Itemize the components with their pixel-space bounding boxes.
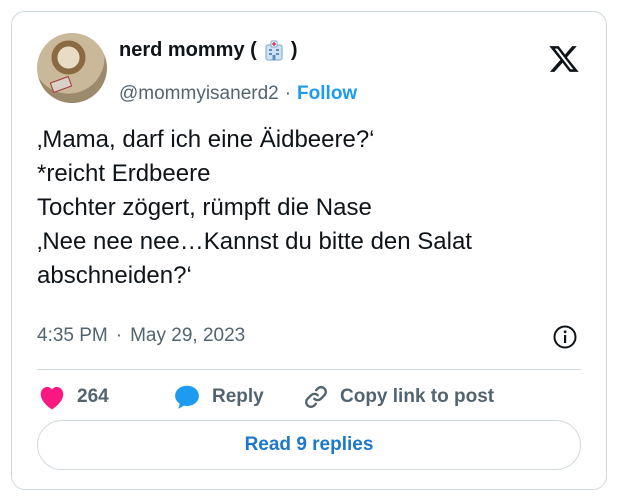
author-name-row[interactable]: nerd mommy ( ): [119, 39, 297, 62]
x-logo-icon[interactable]: [548, 43, 580, 75]
reply-bubble-icon: [172, 383, 202, 411]
author-handle[interactable]: @mommyisanerd2: [119, 83, 279, 105]
tweet-timestamp[interactable]: 4:35 PM · May 29, 2023: [37, 325, 245, 347]
link-icon: [302, 383, 330, 411]
handle-separator: ·: [284, 83, 292, 104]
copy-link-button[interactable]: Copy link to post: [302, 383, 494, 411]
like-count: 264: [77, 386, 109, 407]
display-name[interactable]: nerd mommy (: [119, 39, 257, 62]
tweet-line: *reicht Erdbeere: [37, 160, 211, 187]
action-bar: 264 Reply Copy link to post: [37, 383, 494, 411]
tweet-line: ‚Mama, darf ich eine Äidbeere?‘: [37, 126, 375, 153]
info-icon[interactable]: [552, 324, 578, 350]
reply-button[interactable]: Reply: [172, 383, 302, 411]
handle-row: @mommyisanerd2 · Follow: [119, 83, 357, 105]
tweet-card: nerd mommy ( ) @mommyisanerd2 · Follow ‚…: [11, 11, 607, 490]
divider: [37, 369, 581, 370]
reply-label: Reply: [212, 386, 264, 407]
avatar[interactable]: [37, 33, 107, 103]
tweet-line: ‚Nee nee nee…Kannst du bitte den Salat: [37, 228, 472, 255]
tweet-line: abschneiden?‘: [37, 262, 192, 289]
hospital-emoji-icon: [263, 40, 285, 62]
heart-icon: [37, 383, 67, 411]
read-replies-button[interactable]: Read 9 replies: [37, 420, 581, 470]
tweet-time[interactable]: 4:35 PM: [37, 325, 108, 347]
tweet-text: ‚Mama, darf ich eine Äidbeere?‘ *reicht …: [37, 123, 597, 293]
timestamp-separator: ·: [115, 325, 123, 346]
follow-button[interactable]: Follow: [297, 83, 357, 105]
tweet-line: Tochter zögert, rümpft die Nase: [37, 194, 372, 221]
tweet-date[interactable]: May 29, 2023: [130, 325, 245, 347]
display-name-end: ): [290, 39, 298, 61]
like-button[interactable]: 264: [37, 383, 157, 411]
copy-link-label: Copy link to post: [340, 386, 495, 407]
